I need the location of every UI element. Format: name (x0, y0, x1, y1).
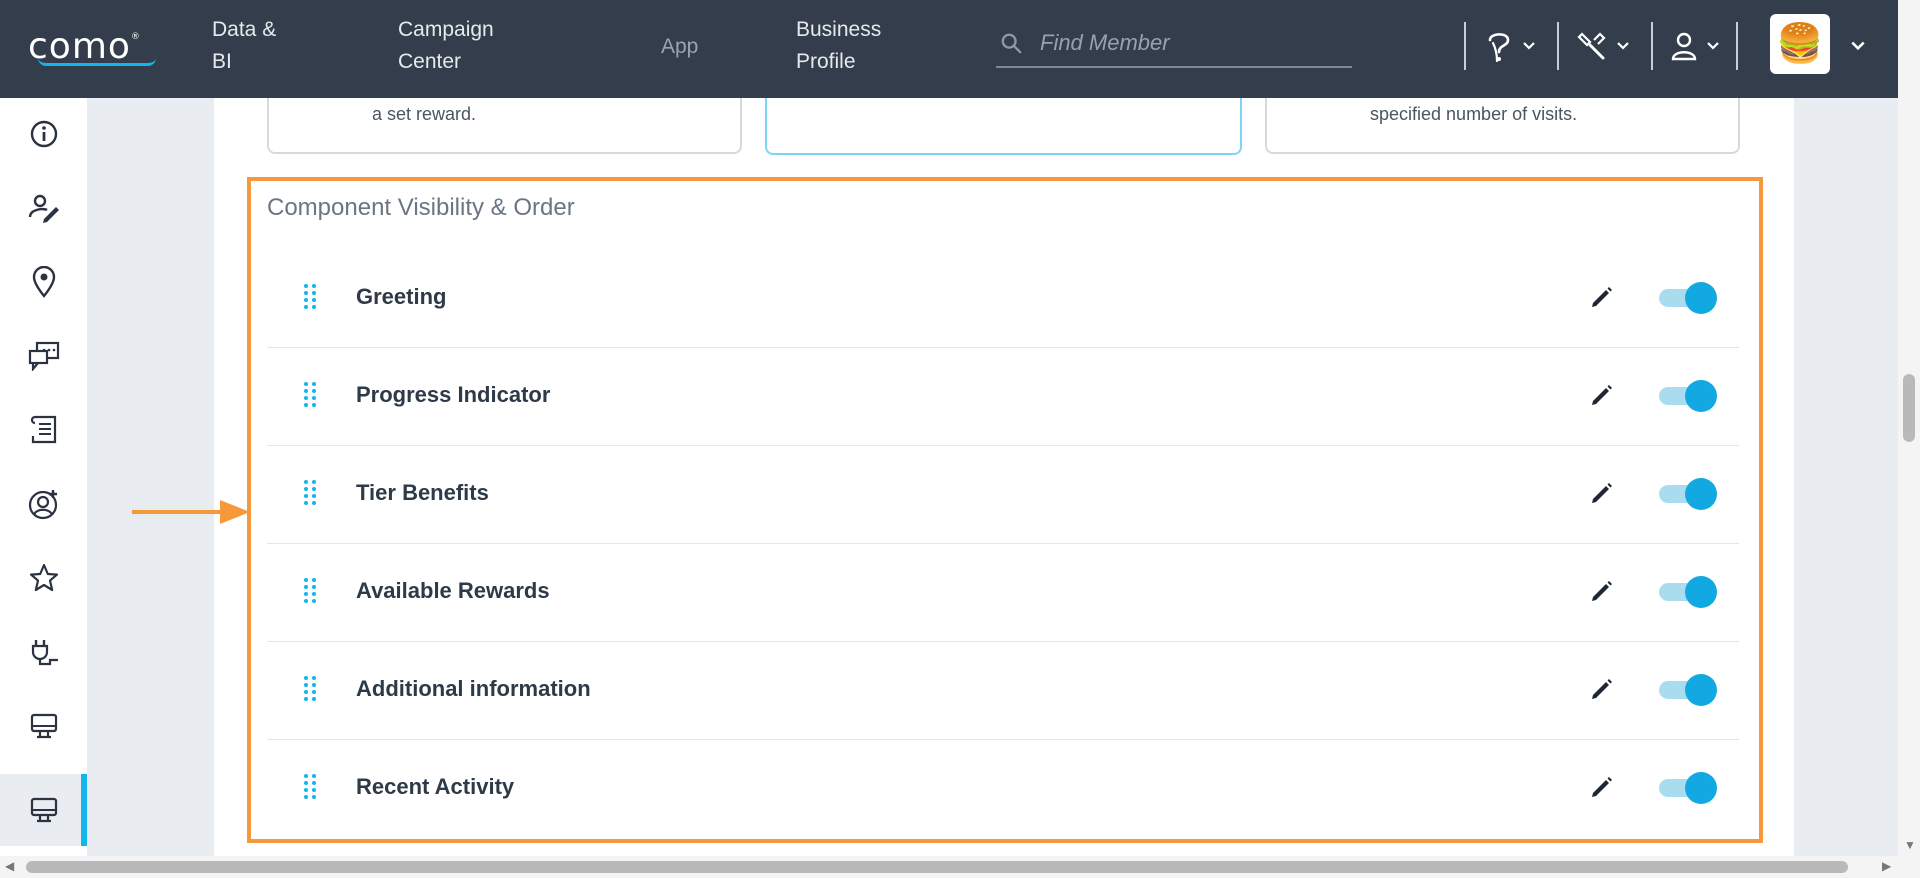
user-add-icon (28, 490, 57, 520)
help-menu-button[interactable] (1484, 26, 1536, 66)
sidebar-item-members[interactable] (0, 468, 87, 540)
annotation-arrow (132, 500, 250, 524)
component-row: Greeting (267, 250, 1739, 348)
component-label: Recent Activity (356, 774, 515, 799)
chevron-down-icon[interactable] (1850, 40, 1866, 52)
card-description: specified number of visits. (1370, 104, 1578, 124)
plug-icon (31, 640, 58, 666)
nav-app[interactable]: App (661, 31, 698, 63)
visibility-toggle[interactable] (1657, 378, 1717, 412)
sidebar-item-user-edit[interactable] (0, 172, 87, 244)
vertical-scrollbar[interactable]: ▼ (1898, 0, 1920, 856)
scroll-down-arrow[interactable]: ▼ (1904, 838, 1916, 852)
divider (1464, 22, 1466, 70)
edit-pencil-icon[interactable] (1589, 578, 1615, 604)
drag-handle-icon[interactable] (303, 674, 317, 704)
search-icon (1001, 33, 1022, 54)
component-label: Additional information (356, 676, 591, 701)
logo-swoosh (38, 58, 156, 66)
scrollbar-thumb[interactable] (1903, 374, 1915, 442)
sidebar-item-info[interactable] (0, 98, 87, 170)
visibility-toggle[interactable] (1657, 476, 1717, 510)
component-label: Progress Indicator (356, 382, 551, 407)
monitor-icon (30, 797, 57, 823)
component-label: Tier Benefits (356, 480, 489, 505)
chevron-down-icon (1707, 42, 1719, 50)
scroll-right-arrow[interactable]: ▶ (1882, 859, 1891, 873)
toggle-knob (1685, 772, 1717, 804)
info-icon (30, 120, 57, 148)
monitor-icon (30, 713, 57, 739)
card-description: a set reward. (372, 104, 477, 124)
tools-icon (1577, 32, 1606, 60)
search-input[interactable] (1040, 28, 1340, 58)
nav-campaign-center[interactable]: Campaign Center (398, 14, 494, 78)
toggle-knob (1685, 282, 1717, 314)
divider (1651, 22, 1653, 70)
component-row: Available Rewards (267, 544, 1739, 642)
drag-handle-icon[interactable] (303, 576, 317, 606)
component-row: Additional information (267, 642, 1739, 740)
component-row: Tier Benefits (267, 446, 1739, 544)
edit-pencil-icon[interactable] (1589, 284, 1615, 310)
component-row: Recent Activity (267, 740, 1739, 838)
find-member-search[interactable] (996, 22, 1352, 68)
option-card[interactable]: specified number of visits. (1265, 98, 1740, 154)
drag-handle-icon[interactable] (303, 478, 317, 508)
visibility-toggle[interactable] (1657, 280, 1717, 314)
receipt-icon (30, 415, 56, 444)
top-navigation-bar: como® Data & BI Campaign Center App Busine… (0, 0, 1898, 98)
help-icon (1488, 33, 1510, 63)
option-card[interactable]: a set reward. (267, 98, 742, 154)
drag-handle-icon[interactable] (303, 772, 317, 802)
tools-menu-button[interactable] (1576, 26, 1630, 66)
visibility-toggle[interactable] (1657, 770, 1717, 804)
option-card-selected[interactable] (765, 98, 1242, 155)
component-row: Progress Indicator (267, 348, 1739, 446)
chat-icon (28, 341, 59, 371)
star-icon (29, 563, 58, 592)
horizontal-scrollbar[interactable]: ◀ ▶ (0, 856, 1920, 878)
edit-pencil-icon[interactable] (1589, 382, 1615, 408)
chevron-down-icon (1617, 42, 1629, 50)
chevron-down-icon (1523, 42, 1535, 50)
user-edit-icon (28, 194, 59, 223)
sidebar-item-messages[interactable] (0, 320, 87, 392)
component-label: Greeting (356, 284, 447, 309)
toggle-knob (1685, 674, 1717, 706)
section-title: Component Visibility & Order (267, 194, 575, 221)
edit-pencil-icon[interactable] (1589, 774, 1615, 800)
toggle-knob (1685, 380, 1717, 412)
sidebar-item-app-settings[interactable] (0, 774, 87, 846)
divider (1736, 22, 1738, 70)
toggle-knob (1685, 576, 1717, 608)
scrollbar-thumb[interactable] (26, 861, 1848, 873)
sidebar-item-receipts[interactable] (0, 394, 87, 466)
nav-data-bi[interactable]: Data & BI (212, 14, 276, 78)
visibility-toggle[interactable] (1657, 574, 1717, 608)
divider (1557, 22, 1559, 70)
visibility-toggle[interactable] (1657, 672, 1717, 706)
component-label: Available Rewards (356, 578, 550, 603)
drag-handle-icon[interactable] (303, 282, 317, 312)
sidebar-item-loyalty[interactable] (0, 542, 87, 614)
toggle-knob (1685, 478, 1717, 510)
edit-pencil-icon[interactable] (1589, 676, 1615, 702)
sidebar-item-digital-display[interactable] (0, 690, 87, 762)
scroll-left-arrow[interactable]: ◀ (5, 859, 14, 873)
sidebar-item-integrations[interactable] (0, 616, 87, 688)
drag-handle-icon[interactable] (303, 380, 317, 410)
location-pin-icon (32, 266, 55, 298)
sidebar (0, 98, 87, 856)
edit-pencil-icon[interactable] (1589, 480, 1615, 506)
business-avatar[interactable]: 🍔 (1770, 14, 1830, 74)
account-menu-button[interactable] (1670, 26, 1720, 66)
nav-business-profile[interactable]: Business Profile (796, 14, 881, 78)
user-icon (1671, 32, 1697, 61)
sidebar-item-locations[interactable] (0, 246, 87, 318)
